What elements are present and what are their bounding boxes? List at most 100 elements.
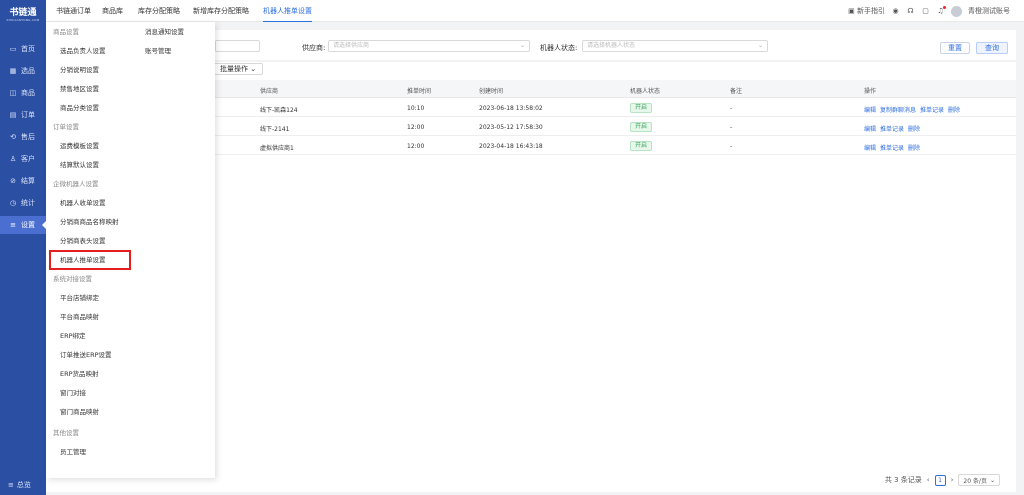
message-icon[interactable]: ▢ — [921, 7, 930, 16]
supplier-select[interactable]: 请选择供应商 ⌄ — [328, 40, 530, 52]
bell-icon[interactable]: ♫ — [936, 5, 946, 16]
aftersale-icon: ⟲ — [10, 133, 16, 141]
menu-item-robot-receive[interactable]: 机器人收单设置 — [60, 197, 106, 207]
cell-note: - — [730, 105, 733, 112]
page-number[interactable]: 1 — [934, 474, 946, 486]
menu-item-header-settings[interactable]: 分销商表头设置 — [60, 235, 106, 245]
settings-icon: ≡ — [10, 221, 16, 229]
edit-link[interactable]: 编辑 — [864, 145, 876, 152]
sidebar-item-products[interactable]: ◫ 商品 — [0, 84, 46, 102]
chevron-down-icon: ⌄ — [757, 42, 763, 49]
menu-item-window-products[interactable]: 窗门商品映射 — [60, 406, 99, 416]
settle-icon: ⊘ — [10, 177, 16, 185]
tab-robot-push-settings[interactable]: 机器人推单设置 — [263, 0, 312, 22]
cell-created: 2023-05-12 17:58:30 — [479, 124, 543, 131]
robot-status-select[interactable]: 请选择机器人状态 ⌄ — [582, 40, 768, 52]
push-record-link[interactable]: 推单记录 — [920, 107, 944, 114]
eye-icon[interactable]: ◉ — [891, 7, 900, 16]
cell-push-time: 10:10 — [407, 105, 425, 112]
guide-link[interactable]: ▣ 新手指引 — [848, 6, 885, 16]
tab-product-library[interactable]: 商品库 — [102, 0, 123, 22]
menu-item-account[interactable]: 账号管理 — [145, 45, 171, 55]
column-header-created: 创建时间 — [479, 88, 504, 95]
sidebar-item-orders[interactable]: ▤ 订单 — [0, 106, 46, 124]
row-actions: 编辑 推单记录 删除 — [864, 143, 924, 152]
cell-supplier: 虚拟供应商1 — [260, 145, 294, 152]
query-button[interactable]: 查询 — [976, 42, 1008, 54]
menu-item-distribution-desc[interactable]: 分销说明设置 — [60, 64, 99, 74]
menu-item-restricted-area[interactable]: 禁售地区设置 — [60, 83, 99, 93]
row-actions: 编辑 复制群聊消息 推单记录 删除 — [864, 105, 964, 114]
menu-section-order: 订单设置 — [53, 123, 79, 131]
menu-item-product-mapping[interactable]: 平台商品映射 — [60, 311, 99, 321]
bulk-actions-button[interactable]: 批量操作 ⌄ — [213, 63, 264, 75]
sidebar-item-customers[interactable]: ♙ 客户 — [0, 150, 46, 168]
topbar-tools: ▣ 新手指引 ◉ ☊ ▢ ♫ 青橙测试账号 — [848, 0, 1010, 22]
menu-item-window-integration[interactable]: 窗门对接 — [60, 387, 86, 397]
chevron-down-icon: ⌄ — [519, 42, 525, 49]
menu-section-product: 商品设置 — [53, 28, 79, 36]
highlight-box — [49, 250, 131, 270]
tab-stock-strategy[interactable]: 库存分配策略 — [138, 0, 180, 22]
supplier-label: 供应商: — [302, 44, 326, 52]
headset-icon[interactable]: ☊ — [906, 7, 915, 16]
edit-link[interactable]: 编辑 — [864, 107, 876, 114]
sidebar-item-label: 设置 — [21, 221, 35, 229]
reset-button[interactable]: 重置 — [940, 42, 970, 54]
tab-orders[interactable]: 书链通订单 — [56, 0, 91, 22]
users-icon: ♙ — [9, 155, 17, 163]
page-size-value: 20 条/页 — [963, 477, 987, 485]
row-actions: 编辑 推单记录 删除 — [864, 124, 924, 133]
menu-item-erp-push[interactable]: 订单推送ERP设置 — [60, 349, 112, 359]
cell-supplier: 线下-凯森124 — [260, 107, 298, 114]
monitor-icon: ▭ — [9, 45, 17, 53]
menu-item-staff[interactable]: 员工管理 — [60, 446, 86, 456]
cell-note: - — [730, 124, 733, 131]
column-header-note: 备注 — [730, 88, 743, 95]
menu-item-shop-binding[interactable]: 平台店铺绑定 — [60, 292, 99, 302]
menu-item-erp-binding[interactable]: ERP绑定 — [60, 330, 86, 340]
menu-item-name-mapping[interactable]: 分销商商品名称映射 — [60, 216, 119, 226]
prev-page-icon[interactable]: ‹ — [927, 476, 930, 484]
sidebar-item-label: 结算 — [21, 177, 35, 185]
column-header-actions: 操作 — [864, 88, 877, 95]
menu-item-owner[interactable]: 选品负责人设置 — [60, 45, 106, 55]
push-record-link[interactable]: 推单记录 — [880, 145, 904, 152]
sidebar-item-settlement[interactable]: ⊘ 结算 — [0, 172, 46, 190]
avatar[interactable] — [951, 5, 962, 17]
supplier-placeholder: 请选择供应商 — [333, 42, 370, 49]
menu-section-system: 系统对接设置 — [53, 275, 92, 283]
delete-link[interactable]: 删除 — [908, 126, 920, 133]
push-record-link[interactable]: 推单记录 — [880, 126, 904, 133]
grid-icon: ▦ — [9, 67, 17, 75]
bulk-actions-label: 批量操作 — [220, 65, 248, 73]
delete-link[interactable]: 删除 — [908, 145, 920, 152]
edit-link[interactable]: 编辑 — [864, 126, 876, 133]
stats-icon: ◷ — [9, 199, 17, 207]
logo-subtitle: SHULIANTONG.COM — [6, 17, 40, 22]
menu-item-notification[interactable]: 消息通知设置 — [145, 26, 184, 36]
pagination: 共 3 条记录 ‹ 1 › 20 条/页 ⌄ — [885, 474, 1000, 486]
menu-item-category[interactable]: 商品分类设置 — [60, 102, 99, 112]
page-size-select[interactable]: 20 条/页 ⌄ — [958, 474, 1000, 486]
robot-status-label: 机器人状态: — [540, 44, 578, 52]
menu-item-freight[interactable]: 运费模板设置 — [60, 140, 99, 150]
first-filter-field[interactable] — [215, 40, 260, 52]
copy-group-message-link[interactable]: 复制群聊消息 — [880, 107, 916, 114]
sidebar-item-selection[interactable]: ▦ 选品 — [0, 62, 46, 80]
sidebar-footer-label: 总览 — [16, 481, 31, 489]
next-page-icon[interactable]: › — [951, 476, 954, 484]
bag-icon: ◫ — [9, 89, 17, 97]
menu-item-erp-goods[interactable]: ERP货品映射 — [60, 368, 99, 378]
sidebar-footer-overview[interactable]: ≡ 总览 — [0, 475, 46, 495]
sidebar-item-label: 首页 — [21, 45, 35, 53]
sidebar-item-settings[interactable]: ≡ 设置 — [0, 216, 46, 234]
tab-new-stock-strategy[interactable]: 新增库存分配策略 — [193, 0, 249, 22]
menu-section-robot: 企微机器人设置 — [53, 180, 99, 188]
menu-item-settlement-default[interactable]: 结算默认设置 — [60, 159, 99, 169]
sidebar-item-home[interactable]: ▭ 首页 — [0, 40, 46, 58]
username[interactable]: 青橙测试账号 — [968, 6, 1010, 16]
delete-link[interactable]: 删除 — [948, 107, 960, 114]
sidebar-item-aftersale[interactable]: ⟲ 售后 — [0, 128, 46, 146]
sidebar-item-stats[interactable]: ◷ 统计 — [0, 194, 46, 212]
